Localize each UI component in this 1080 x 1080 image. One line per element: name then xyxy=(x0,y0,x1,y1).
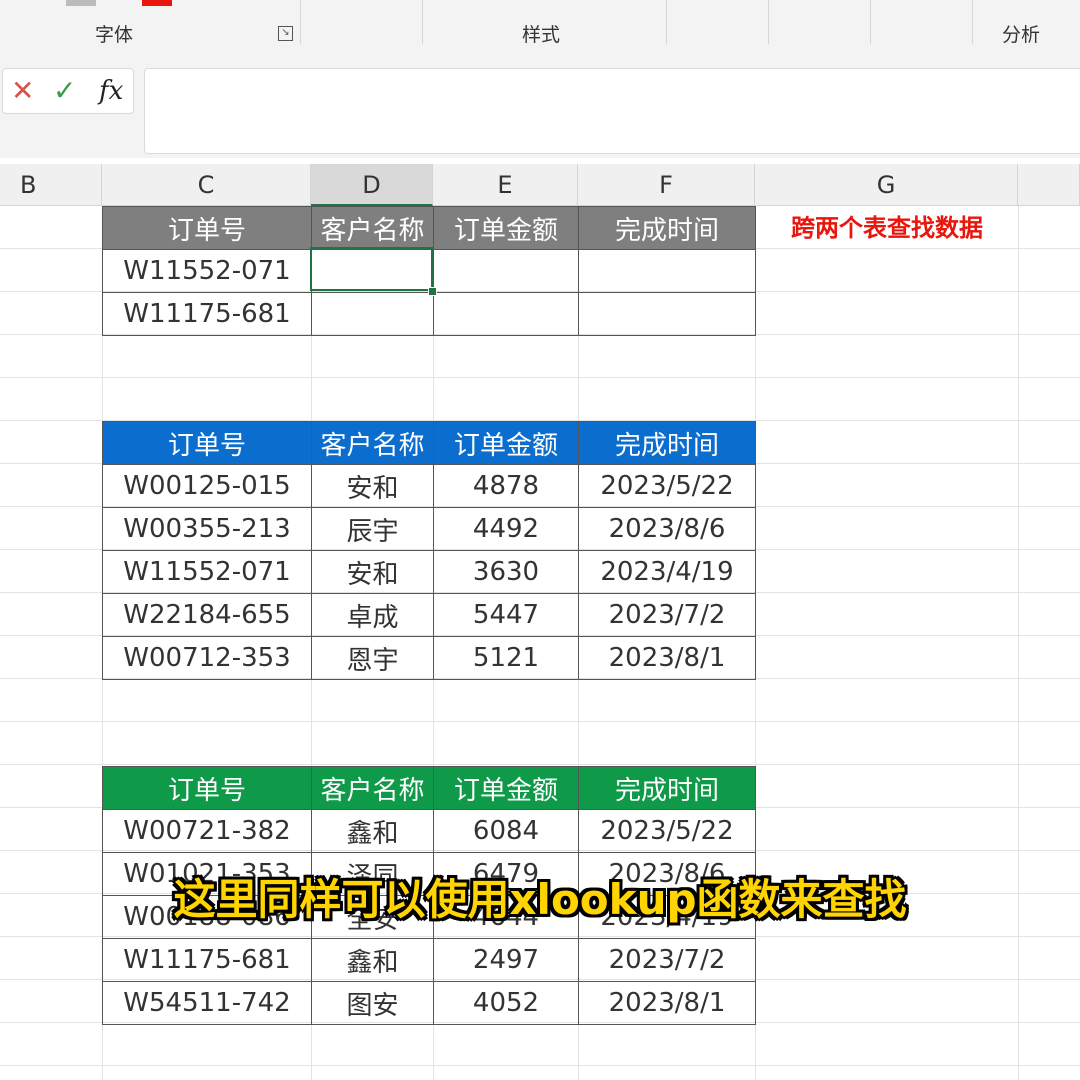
table-header-row: 订单号 客户名称 订单金额 完成时间 xyxy=(102,766,756,810)
table-cell[interactable]: 5121 xyxy=(433,636,579,680)
table-cell[interactable] xyxy=(433,249,579,293)
fill-handle[interactable] xyxy=(428,287,437,296)
table-cell[interactable]: W11175-681 xyxy=(102,292,312,336)
table-header-cell[interactable]: 订单号 xyxy=(102,421,312,465)
column-header-c[interactable]: C xyxy=(102,164,311,206)
table-row: W11552-071 安和 3630 2023/4/19 xyxy=(102,550,756,594)
table-cell[interactable]: W11552-071 xyxy=(102,249,312,293)
table-cell[interactable]: 卓成 xyxy=(311,593,434,637)
column-header-corner[interactable]: B xyxy=(0,164,102,206)
table-cell[interactable]: 2023/4/19 xyxy=(578,550,756,594)
table-cell[interactable] xyxy=(578,249,756,293)
cancel-icon[interactable]: ✕ xyxy=(11,73,34,109)
table-cell[interactable]: 2023/8/1 xyxy=(578,636,756,680)
column-header-g[interactable]: G xyxy=(755,164,1018,206)
table-cell[interactable]: W00355-213 xyxy=(102,507,312,551)
table-cell[interactable]: 3630 xyxy=(433,550,579,594)
table-cell[interactable]: W00721-382 xyxy=(102,809,312,853)
active-cell-cursor[interactable] xyxy=(310,247,433,291)
table-cell[interactable]: 4878 xyxy=(433,464,579,508)
table-row: W00721-382 鑫和 6084 2023/5/22 xyxy=(102,809,756,853)
table-cell[interactable]: 5447 xyxy=(433,593,579,637)
table-cell[interactable]: W11175-681 xyxy=(102,938,312,982)
table-cell[interactable]: 图安 xyxy=(311,981,434,1025)
table-row: W54511-742 图安 4052 2023/8/1 xyxy=(102,981,756,1025)
table-cell[interactable]: 2497 xyxy=(433,938,579,982)
table-cell[interactable]: 6084 xyxy=(433,809,579,853)
note-label: 跨两个表查找数据 xyxy=(791,214,983,242)
formula-input[interactable] xyxy=(144,68,1080,154)
table-header-cell[interactable]: 订单金额 xyxy=(433,766,579,810)
table-row: W22184-655 卓成 5447 2023/7/2 xyxy=(102,593,756,637)
table-cell[interactable]: W54511-742 xyxy=(102,981,312,1025)
table-cell[interactable]: 安和 xyxy=(311,550,434,594)
table-row: W00712-353 恩宇 5121 2023/8/1 xyxy=(102,636,756,680)
table-header-cell[interactable]: 订单金额 xyxy=(433,206,579,250)
ribbon-divider xyxy=(870,0,871,44)
ribbon-group-font-label: 字体 xyxy=(95,24,134,46)
table-cell[interactable]: 2023/8/1 xyxy=(578,981,756,1025)
ribbon-group-styles-label: 样式 xyxy=(522,24,561,46)
table-cell[interactable]: W00712-353 xyxy=(102,636,312,680)
font-dialog-launcher-icon[interactable]: ↘ xyxy=(278,26,293,41)
source-table-blue: 订单号 客户名称 订单金额 完成时间 W00125-015 安和 4878 2023/5/2… xyxy=(102,421,756,680)
ribbon-divider xyxy=(300,0,301,44)
table-header-row: 订单号 客户名称 订单金额 完成时间 xyxy=(102,421,756,465)
grid-line xyxy=(1018,206,1019,1080)
table-cell[interactable]: 鑫和 xyxy=(311,938,434,982)
column-header-e[interactable]: E xyxy=(433,164,578,206)
formula-buttons: ✕ ✓ fx xyxy=(2,68,134,114)
video-subtitle: 这里同样可以使用xlookup函数来查找 xyxy=(173,875,907,924)
ribbon-group-analysis-label: 分析 xyxy=(1002,24,1041,46)
column-header-f[interactable]: F xyxy=(578,164,755,206)
table-header-row: 订单号 客户名称 订单金额 完成时间 xyxy=(102,206,756,250)
table-row: W11175-681 鑫和 2497 2023/7/2 xyxy=(102,938,756,982)
table-header-cell[interactable]: 订单金额 xyxy=(433,421,579,465)
ribbon: 字体 ↘ 样式 分析 xyxy=(0,0,1080,53)
table-cell[interactable]: 4052 xyxy=(433,981,579,1025)
ribbon-font-color-swatch[interactable] xyxy=(142,0,172,6)
table-header-cell[interactable]: 订单号 xyxy=(102,766,312,810)
table-header-cell[interactable]: 客户名称 xyxy=(311,766,434,810)
table-row: W00355-213 辰宇 4492 2023/8/6 xyxy=(102,507,756,551)
ribbon-divider xyxy=(422,0,423,44)
table-cell[interactable]: W22184-655 xyxy=(102,593,312,637)
table-cell[interactable]: 恩宇 xyxy=(311,636,434,680)
table-row: W11175-681 xyxy=(102,292,756,336)
table-cell[interactable]: 鑫和 xyxy=(311,809,434,853)
table-cell[interactable]: 安和 xyxy=(311,464,434,508)
table-header-cell[interactable]: 客户名称 xyxy=(311,421,434,465)
ribbon-divider xyxy=(666,0,667,44)
table-cell[interactable]: 2023/8/6 xyxy=(578,507,756,551)
table-cell[interactable]: W11552-071 xyxy=(102,550,312,594)
column-header-d[interactable]: D xyxy=(311,164,433,206)
table-cell[interactable]: 4492 xyxy=(433,507,579,551)
table-header-cell[interactable]: 客户名称 xyxy=(311,206,434,250)
ribbon-fill-color-swatch[interactable] xyxy=(66,0,96,6)
table-header-cell[interactable]: 完成时间 xyxy=(578,206,756,250)
table-header-cell[interactable]: 订单号 xyxy=(102,206,312,250)
table-cell[interactable]: 2023/5/22 xyxy=(578,464,756,508)
enter-icon[interactable]: ✓ xyxy=(53,73,76,109)
table-header-cell[interactable]: 完成时间 xyxy=(578,421,756,465)
column-header-h[interactable] xyxy=(1018,164,1080,206)
table-cell[interactable]: 2023/7/2 xyxy=(578,593,756,637)
insert-function-icon[interactable]: fx xyxy=(99,73,123,109)
ribbon-divider xyxy=(972,0,973,44)
ribbon-divider xyxy=(768,0,769,44)
table-header-cell[interactable]: 完成时间 xyxy=(578,766,756,810)
table-cell[interactable] xyxy=(433,292,579,336)
table-cell[interactable]: 2023/7/2 xyxy=(578,938,756,982)
table-row: W00125-015 安和 4878 2023/5/22 xyxy=(102,464,756,508)
table-cell[interactable]: W00125-015 xyxy=(102,464,312,508)
table-cell[interactable] xyxy=(578,292,756,336)
table-cell[interactable]: 辰宇 xyxy=(311,507,434,551)
table-cell[interactable]: 2023/5/22 xyxy=(578,809,756,853)
table-cell[interactable] xyxy=(311,292,434,336)
